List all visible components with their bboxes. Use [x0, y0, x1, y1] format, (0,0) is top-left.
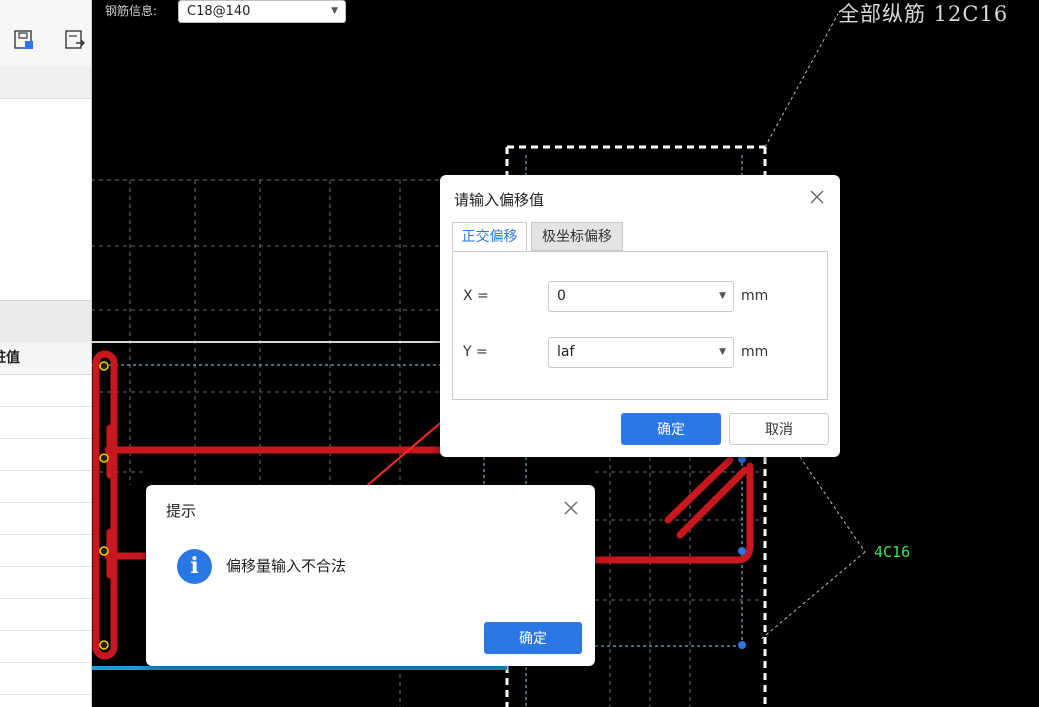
table-row[interactable]	[0, 471, 91, 503]
close-icon[interactable]	[810, 190, 824, 204]
left-panel-band	[0, 66, 91, 99]
table-row[interactable]	[0, 407, 91, 439]
tip-dialog: 提示 i 偏移量输入不合法 确定	[146, 485, 595, 666]
y-unit: mm	[741, 344, 769, 360]
table-row[interactable]	[0, 631, 91, 663]
tip-ok-button[interactable]: 确定	[484, 622, 582, 654]
x-unit: mm	[741, 288, 769, 304]
y-offset-value: laf	[557, 344, 575, 360]
close-icon[interactable]	[564, 501, 578, 515]
y-label: Y =	[463, 344, 488, 360]
rebar-info-value: C18@140	[187, 4, 251, 19]
offset-cancel-button[interactable]: 取消	[729, 413, 829, 445]
total-rebar-label: 全部纵筋 12C16	[838, 2, 1009, 26]
table-row[interactable]	[0, 439, 91, 471]
tab-orthogonal-offset[interactable]: 正交偏移	[452, 222, 527, 251]
save-layout-icon[interactable]	[13, 29, 35, 51]
rebar-info-label: 钢筋信息:	[105, 4, 158, 18]
table-row[interactable]	[0, 599, 91, 631]
x-label: X =	[463, 288, 489, 304]
x-offset-input[interactable]: 0 ▼	[548, 281, 734, 312]
info-icon: i	[177, 549, 212, 584]
tip-dialog-title: 提示	[166, 502, 197, 520]
left-panel-section	[0, 300, 91, 343]
offset-dialog-title: 请输入偏移值	[454, 191, 545, 209]
tab-panel: X = 0 ▼ mm Y = laf ▼ mm	[452, 251, 828, 400]
tab-polar-offset[interactable]: 极坐标偏移	[531, 222, 623, 251]
tip-message: 偏移量输入不合法	[226, 557, 347, 575]
table-row[interactable]	[0, 535, 91, 567]
export-icon[interactable]	[64, 29, 86, 51]
chevron-down-icon: ▼	[719, 347, 726, 357]
left-panel: 桩值	[0, 0, 92, 707]
x-offset-value: 0	[557, 288, 566, 304]
rebar-info-select[interactable]: C18@140 ▼	[178, 0, 346, 23]
table-row[interactable]	[0, 375, 91, 407]
rebar-nodes	[99, 361, 109, 650]
table-column-header: 桩值	[0, 342, 91, 375]
table-row[interactable]	[0, 503, 91, 535]
table-row[interactable]	[0, 663, 91, 695]
offset-ok-button[interactable]: 确定	[621, 413, 721, 445]
chevron-down-icon: ▼	[331, 6, 338, 16]
y-offset-input[interactable]: laf ▼	[548, 337, 734, 368]
chevron-down-icon: ▼	[719, 291, 726, 301]
side-rebar-label: 4C16	[874, 543, 911, 561]
table-row[interactable]	[0, 567, 91, 599]
offset-dialog: 请输入偏移值 正交偏移 极坐标偏移 X = 0 ▼ mm Y = laf ▼ m…	[440, 175, 840, 457]
left-toolbar	[0, 0, 91, 67]
